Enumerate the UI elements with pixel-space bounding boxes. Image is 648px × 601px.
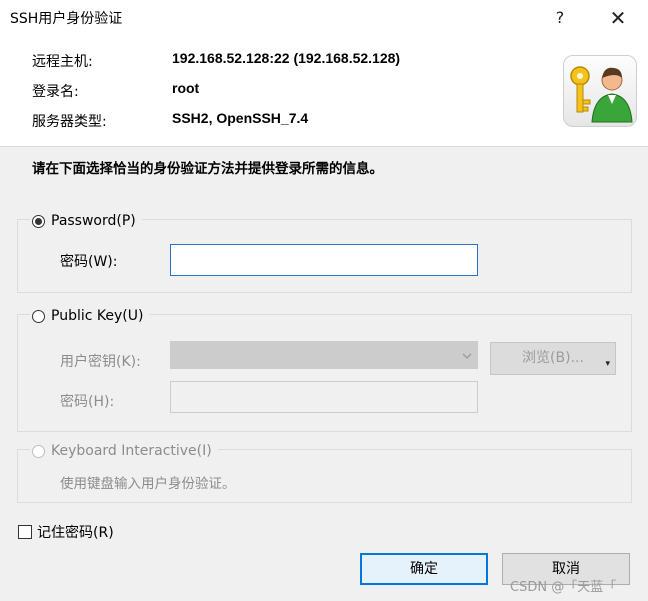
watermark: CSDN @「天蓝「 <box>510 580 617 595</box>
keyboard-interactive-legend[interactable]: Keyboard Interactive(I) <box>30 442 218 460</box>
password-radio[interactable] <box>32 214 45 228</box>
instruction-text: 请在下面选择恰当的身份验证方法并提供登录所需的信息。 <box>32 161 383 177</box>
key-passphrase-label: 密码(H): <box>60 394 115 410</box>
ok-button[interactable]: 确定 <box>360 553 488 585</box>
remember-password-checkbox[interactable] <box>18 525 32 539</box>
public-key-radio[interactable] <box>32 309 45 323</box>
keyboard-interactive-label: Keyboard Interactive(I) <box>51 443 212 459</box>
dropdown-arrow-icon <box>462 353 472 359</box>
window-title: SSH用户身份验证 <box>10 11 123 27</box>
browse-button-label: 浏览(B)... <box>522 350 584 366</box>
server-type-value: SSH2, OpenSSH_7.4 <box>172 110 309 126</box>
key-user-icon <box>563 55 637 127</box>
browse-button[interactable]: 浏览(B)... ▾ <box>490 342 616 375</box>
server-type-label: 服务器类型: <box>32 114 107 130</box>
public-key-radio-label: Public Key(U) <box>51 308 144 324</box>
title-bar: SSH用户身份验证 ? ✕ <box>0 0 648 36</box>
browse-menu-arrow-icon: ▾ <box>605 359 610 369</box>
close-icon[interactable]: ✕ <box>598 4 638 32</box>
password-radio-label: Password(P) <box>51 213 136 229</box>
login-label: 登录名: <box>32 84 79 100</box>
help-icon[interactable]: ? <box>540 4 580 32</box>
password-input[interactable] <box>170 244 478 276</box>
password-field-label: 密码(W): <box>60 254 118 270</box>
remember-password[interactable]: 记住密码(R) <box>18 522 114 542</box>
keyboard-interactive-radio[interactable] <box>32 444 45 458</box>
remember-password-label: 记住密码(R) <box>37 525 114 541</box>
password-legend[interactable]: Password(P) <box>30 212 142 230</box>
key-passphrase-input[interactable] <box>170 381 478 413</box>
user-key-label: 用户密钥(K): <box>60 354 141 370</box>
host-value: 192.168.52.128:22 (192.168.52.128) <box>172 50 401 66</box>
user-key-select[interactable] <box>170 341 478 369</box>
host-label: 远程主机: <box>32 54 93 70</box>
login-value: root <box>172 80 200 96</box>
keyboard-interactive-description: 使用键盘输入用户身份验证。 <box>60 476 236 492</box>
public-key-legend[interactable]: Public Key(U) <box>30 307 150 325</box>
